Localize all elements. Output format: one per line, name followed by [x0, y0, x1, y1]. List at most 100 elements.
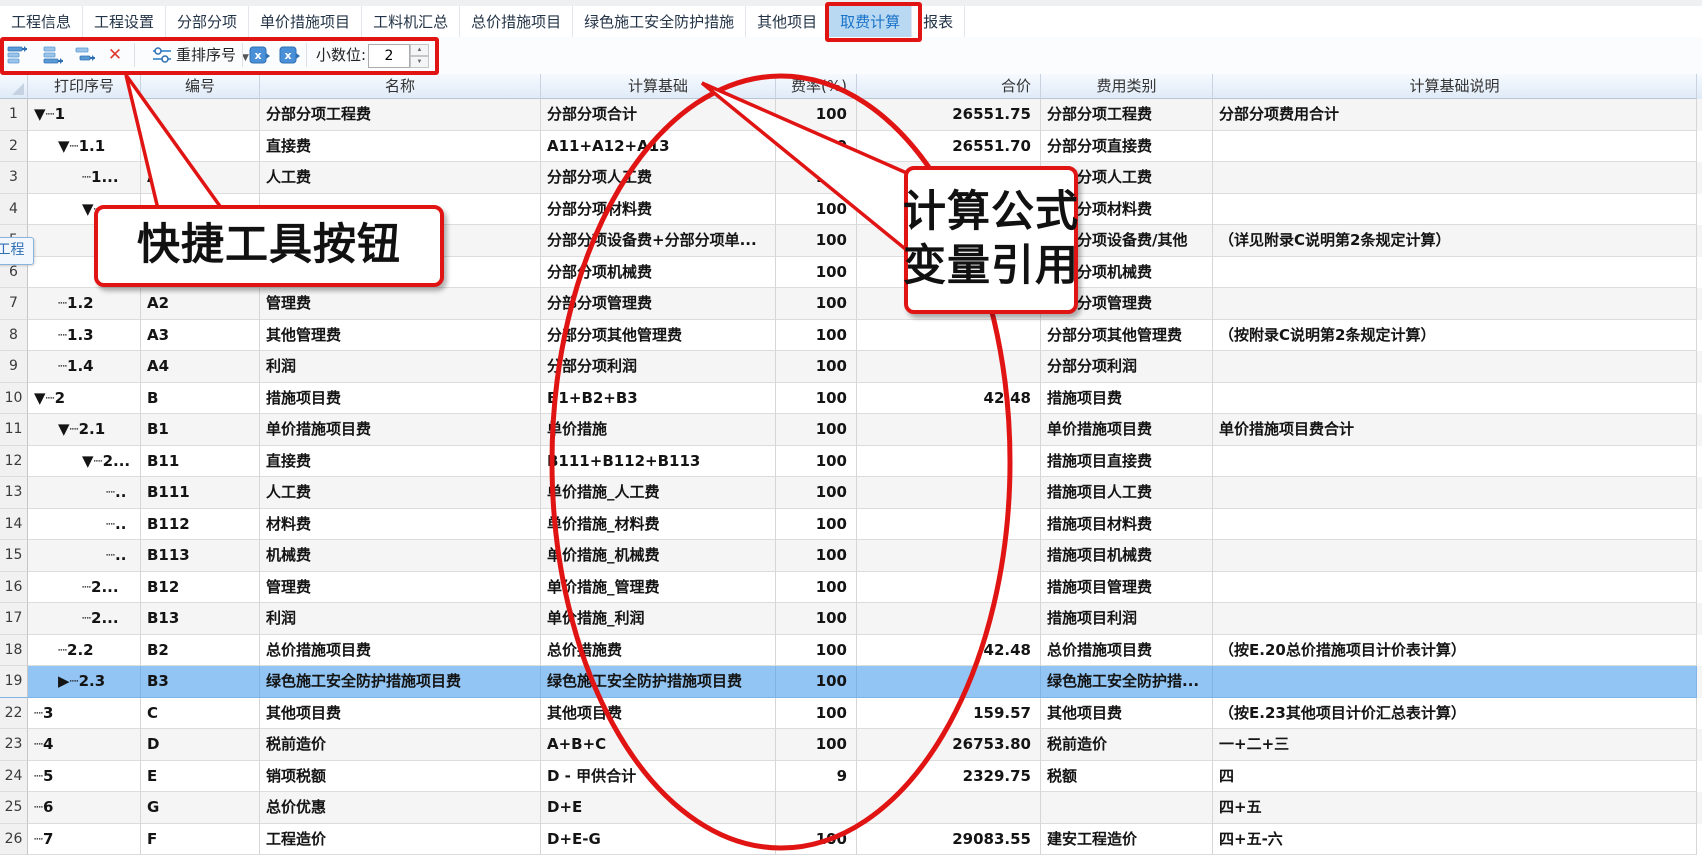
cell-name[interactable]: 人工费 [260, 477, 541, 509]
cell-seq[interactable]: ▼┈1 [28, 99, 141, 131]
cell-code[interactable]: D [141, 729, 260, 761]
table-row[interactable]: 1▼┈1分部分项工程费分部分项合计10026551.75分部分项工程费分部分项费… [0, 99, 1702, 131]
cell-rate[interactable]: 100 [776, 666, 857, 698]
cell-code[interactable]: G [141, 792, 260, 824]
cell-category[interactable]: 建安工程造价 [1041, 824, 1213, 856]
cell-rate[interactable]: 100 [776, 603, 857, 635]
cell-basis[interactable]: 分部分项机械费 [541, 257, 776, 289]
tab-item-6[interactable]: 绿色施工安全防护措施 [573, 6, 746, 37]
cell-seq[interactable]: ┈2... [28, 572, 141, 604]
cell-amount[interactable] [857, 414, 1041, 446]
cell-category[interactable]: 税前造价 [1041, 729, 1213, 761]
row-number[interactable]: 26 [0, 824, 28, 856]
cell-amount[interactable]: 26753.80 [857, 729, 1041, 761]
cell-category[interactable]: 措施项目利润 [1041, 603, 1213, 635]
cell-note[interactable]: 四 [1213, 761, 1697, 793]
cell-basis[interactable]: 分部分项管理费 [541, 288, 776, 320]
cell-note[interactable] [1213, 572, 1697, 604]
cell-seq[interactable]: ┈3 [28, 698, 141, 730]
cell-seq[interactable]: ┈6 [28, 792, 141, 824]
table-row[interactable]: 23┈4D税前造价A+B+C10026753.80税前造价一+二+三 [0, 729, 1702, 761]
cell-basis[interactable]: B111+B112+B113 [541, 446, 776, 478]
row-number[interactable]: 19 [0, 666, 28, 698]
cell-note[interactable] [1213, 509, 1697, 541]
cell-amount[interactable] [857, 320, 1041, 352]
cell-seq[interactable]: ┈.. [28, 540, 141, 572]
cell-note[interactable] [1213, 603, 1697, 635]
cell-category[interactable]: 措施项目管理费 [1041, 572, 1213, 604]
column-header-0[interactable]: 打印序号 [28, 74, 141, 99]
table-row[interactable]: 17┈2...B13利润单价措施_利润100措施项目利润 [0, 603, 1702, 635]
cell-note[interactable] [1213, 194, 1697, 226]
cell-rate[interactable] [776, 792, 857, 824]
cell-basis[interactable]: 分部分项合计 [541, 99, 776, 131]
cell-rate[interactable]: 100 [776, 194, 857, 226]
cell-amount[interactable] [857, 572, 1041, 604]
cell-code[interactable]: A4 [141, 351, 260, 383]
cell-seq[interactable]: ┈1... [28, 162, 141, 194]
docked-panel-tag[interactable]: 工程 [0, 237, 34, 265]
table-row[interactable]: 24┈5E销项税额D - 甲供合计92329.75税额四 [0, 761, 1702, 793]
cell-basis[interactable]: A11+A12+A13 [541, 131, 776, 163]
cell-basis[interactable]: D+E-G [541, 824, 776, 856]
cell-name[interactable]: 直接费 [260, 131, 541, 163]
cell-name[interactable]: 人工费 [260, 162, 541, 194]
cell-name[interactable]: 材料费 [260, 509, 541, 541]
cell-category[interactable]: 分部分项利润 [1041, 351, 1213, 383]
cell-rate[interactable]: 100 [776, 225, 857, 257]
row-number[interactable]: 8 [0, 320, 28, 352]
cell-note[interactable]: （按附录C说明第2条规定计算） [1213, 320, 1697, 352]
cell-note[interactable]: （按E.20总价措施项目计价表计算） [1213, 635, 1697, 667]
cell-rate[interactable]: 100 [776, 635, 857, 667]
row-number[interactable]: 15 [0, 540, 28, 572]
cell-basis[interactable]: 分部分项利润 [541, 351, 776, 383]
cell-name[interactable]: 直接费 [260, 446, 541, 478]
cell-seq[interactable]: ▼┈2.1 [28, 414, 141, 446]
cell-note[interactable]: 四+五 [1213, 792, 1697, 824]
row-number[interactable]: 14 [0, 509, 28, 541]
cell-category[interactable]: 单价措施项目费 [1041, 414, 1213, 446]
tab-item-5[interactable]: 总价措施项目 [460, 6, 573, 37]
table-row[interactable]: 11▼┈2.1B1单价措施项目费单价措施100单价措施项目费单价措施项目费合计 [0, 414, 1702, 446]
row-number[interactable]: 25 [0, 792, 28, 824]
column-header-3[interactable]: 计算基础 [541, 74, 776, 99]
tab-item-0[interactable]: 工程信息 [0, 6, 83, 37]
tab-item-3[interactable]: 单价措施项目 [249, 6, 362, 37]
table-row[interactable]: 8┈1.3A3其他管理费分部分项其他管理费100分部分项其他管理费（按附录C说明… [0, 320, 1702, 352]
cell-code[interactable]: B3 [141, 666, 260, 698]
table-row[interactable]: 25┈6G总价优惠D+E四+五 [0, 792, 1702, 824]
cell-rate[interactable]: 100 [776, 288, 857, 320]
cell-basis[interactable]: 总价措施费 [541, 635, 776, 667]
cell-basis[interactable]: 单价措施_材料费 [541, 509, 776, 541]
cell-name[interactable]: 措施项目费 [260, 383, 541, 415]
cell-category[interactable]: 措施项目人工费 [1041, 477, 1213, 509]
table-row[interactable]: 10▼┈2B措施项目费B1+B2+B310042.48措施项目费 [0, 383, 1702, 415]
cell-rate[interactable]: 100 [776, 509, 857, 541]
cell-basis[interactable]: 分部分项其他管理费 [541, 320, 776, 352]
cell-amount[interactable] [857, 603, 1041, 635]
table-row[interactable]: 14┈..B112材料费单价措施_材料费100措施项目材料费 [0, 509, 1702, 541]
row-number[interactable]: 13 [0, 477, 28, 509]
row-number[interactable]: 22 [0, 698, 28, 730]
cell-basis[interactable]: 单价措施_人工费 [541, 477, 776, 509]
cell-note[interactable] [1213, 162, 1697, 194]
cell-code[interactable]: B2 [141, 635, 260, 667]
cell-code[interactable]: A3 [141, 320, 260, 352]
cell-note[interactable]: 四+五-六 [1213, 824, 1697, 856]
row-number[interactable]: 16 [0, 572, 28, 604]
cell-amount[interactable] [857, 446, 1041, 478]
cell-name[interactable]: 管理费 [260, 288, 541, 320]
cell-code[interactable]: F [141, 824, 260, 856]
cell-amount[interactable] [857, 351, 1041, 383]
table-row[interactable]: 26┈7F工程造价D+E-G10029083.55建安工程造价四+五-六 [0, 824, 1702, 856]
cell-seq[interactable]: ▼┈2... [28, 446, 141, 478]
cell-seq[interactable]: ┈7 [28, 824, 141, 856]
table-row[interactable]: 22┈3C其他项目费其他项目费100159.57其他项目费（按E.23其他项目计… [0, 698, 1702, 730]
cell-code[interactable]: E [141, 761, 260, 793]
cell-code[interactable]: B12 [141, 572, 260, 604]
table-row[interactable]: 19▶┈2.3B3绿色施工安全防护措施项目费绿色施工安全防护措施项目费100绿色… [0, 666, 1702, 698]
cell-amount[interactable]: 42.48 [857, 635, 1041, 667]
cell-amount[interactable]: 2329.75 [857, 761, 1041, 793]
cell-amount[interactable]: 26551.75 [857, 99, 1041, 131]
row-number[interactable]: 1 [0, 99, 28, 131]
